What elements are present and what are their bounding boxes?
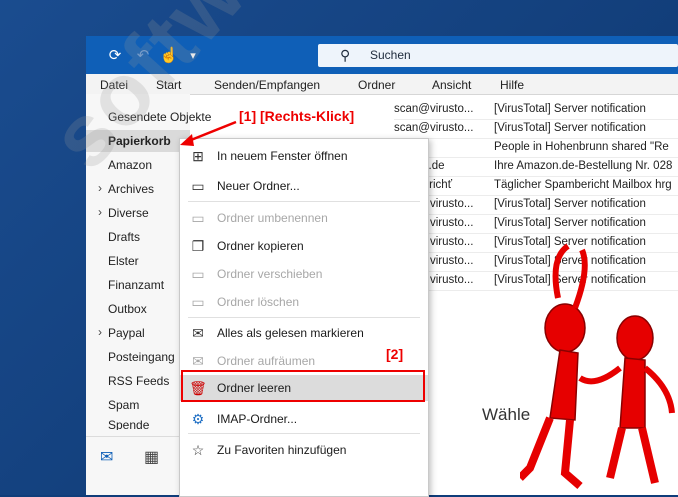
mascot-leg-right-2: [638, 427, 659, 484]
mascot-leg-left-2: [560, 419, 583, 490]
mascot-head-left: [544, 303, 586, 353]
mascot-head-right: [616, 315, 654, 361]
mascot-body-left: [549, 349, 579, 421]
mascot-leg-left: [520, 416, 554, 481]
mascot-figures: [520, 243, 675, 490]
mascot-arm-right: [578, 365, 622, 385]
mascot-body-right: [619, 357, 646, 429]
mascot-leg-right: [606, 427, 626, 479]
mascot-arm-right-2: [643, 365, 675, 414]
arrow-line: [185, 120, 237, 144]
mascot-arm-left: [552, 243, 570, 299]
arrow-head: [180, 134, 194, 146]
mascot-arm-left-2: [572, 248, 588, 310]
